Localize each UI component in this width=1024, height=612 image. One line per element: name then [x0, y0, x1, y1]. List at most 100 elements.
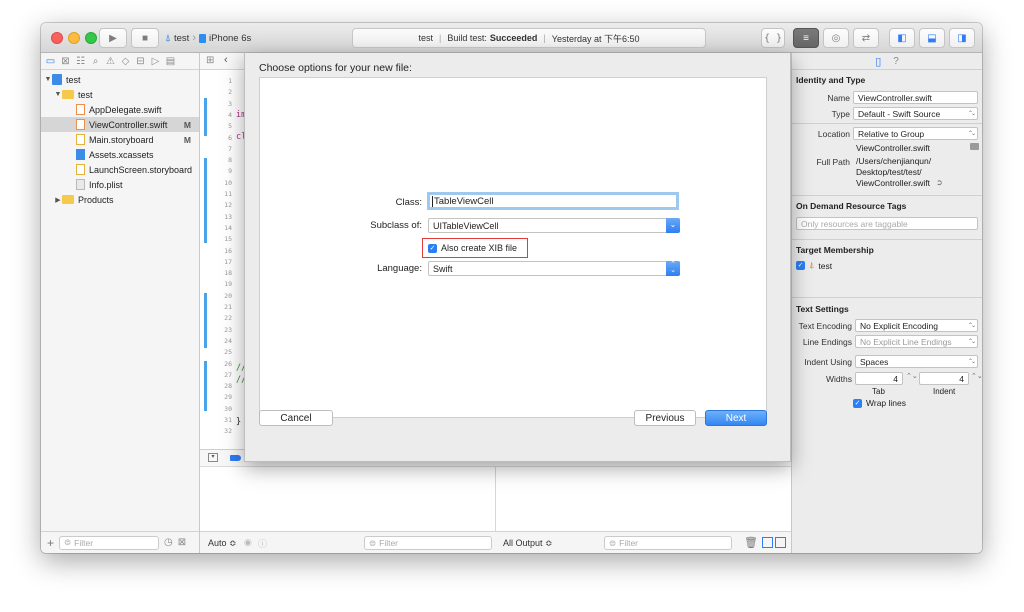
asset-catalog-icon — [76, 149, 85, 160]
tree-item-project[interactable]: ▼ test — [41, 72, 199, 87]
tree-item-file[interactable]: Assets.xcassets — [41, 147, 199, 162]
target-name: test — [818, 260, 833, 271]
add-icon[interactable]: + — [47, 536, 54, 550]
chevron-down-icon[interactable]: ⌄ — [666, 218, 680, 233]
subclass-combo-box[interactable]: UITableViewCell ⌄ — [428, 218, 680, 233]
indent-width-field[interactable]: 4 — [919, 372, 969, 385]
tree-item-label: ViewController.swift — [89, 119, 168, 130]
test-icon[interactable]: ◇ — [120, 56, 131, 67]
minimize-window-button[interactable] — [68, 32, 80, 44]
output-selector[interactable]: All Output ≎ — [503, 538, 553, 549]
eye-icon[interactable]: ◉ — [244, 537, 252, 548]
tree-item-group[interactable]: ▼ test — [41, 87, 199, 102]
related-items-icon[interactable]: ⊞ — [206, 55, 214, 66]
toggle-debug-area-button[interactable]: ⬓ — [919, 28, 945, 48]
next-button[interactable]: Next — [705, 410, 767, 426]
tree-item-file[interactable]: AppDelegate.swift — [41, 102, 199, 117]
hide-debug-area-icon[interactable]: ▾ — [208, 453, 218, 462]
tree-item-file[interactable]: Info.plist — [41, 177, 199, 192]
line-endings-popup[interactable]: No Explicit Line Endings — [855, 335, 978, 348]
checkmark-icon[interactable]: ✓ — [428, 243, 437, 253]
folder-icon[interactable]: ▭ — [45, 56, 56, 67]
standard-editor-button[interactable]: { } — [761, 28, 785, 48]
indent-width-stepper[interactable]: ⌃⌄ — [971, 372, 982, 380]
scheme-selector[interactable]: ⍋ test › iPhone 6s — [165, 28, 269, 48]
disclosure-closed-icon[interactable]: ▶ — [54, 196, 62, 204]
file-type-popup[interactable]: Default - Swift Source — [853, 107, 978, 120]
breakpoint-icon[interactable]: ▷ — [150, 56, 161, 67]
breakpoints-toggle-icon[interactable] — [230, 455, 241, 461]
editor-mode-standard-button[interactable]: ≡ — [793, 28, 819, 48]
up-down-chevron-icon[interactable]: ⌃ ⌄ — [666, 261, 680, 276]
modified-badge: M — [183, 119, 191, 130]
toggle-inspector-button[interactable]: ◨ — [949, 28, 975, 48]
location-popup[interactable]: Relative to Group — [853, 127, 978, 140]
checkmark-icon[interactable]: ✓ — [853, 398, 862, 408]
storyboard-file-icon — [76, 134, 85, 145]
line-number: 8 — [228, 156, 232, 165]
variables-view-toggle-icon[interactable] — [762, 537, 773, 548]
source-control-icon[interactable]: ⊠ — [60, 56, 71, 67]
debug-icon[interactable]: ⊟ — [135, 56, 146, 67]
hierarchy-icon[interactable]: ☷ — [75, 56, 86, 67]
text-encoding-popup[interactable]: No Explicit Encoding — [855, 319, 978, 332]
location-file-name: ViewController.swift — [856, 143, 931, 153]
report-icon[interactable]: ▤ — [165, 56, 176, 67]
assistant-editor-button[interactable]: ◎ — [823, 28, 849, 48]
tree-item-file-selected[interactable]: ViewController.swift M — [41, 117, 199, 132]
text-caret — [432, 195, 433, 207]
trash-icon[interactable]: 🗑 — [744, 536, 758, 549]
file-inspector-icon[interactable]: ▯ — [875, 55, 881, 68]
also-create-xib-checkbox[interactable]: ✓ Also create XIB file — [422, 238, 528, 258]
tree-item-group[interactable]: ▶ Products — [41, 192, 199, 207]
cancel-button[interactable]: Cancel — [259, 410, 333, 426]
checkmark-icon[interactable]: ✓ — [796, 261, 805, 270]
source-control-filter-icon[interactable]: ⊠ — [178, 537, 186, 548]
search-icon[interactable]: ⌕ — [90, 56, 101, 67]
class-name-input[interactable]: TableViewCell — [427, 192, 679, 210]
odr-tags-field[interactable]: Only resources are taggable — [796, 217, 978, 230]
activity-time: Yesterday at 下午6:50 — [551, 33, 640, 44]
language-value: Swift — [433, 263, 453, 274]
disclosure-open-icon[interactable]: ▼ — [44, 76, 52, 83]
version-editor-button[interactable]: ⇄ — [853, 28, 879, 48]
disclosure-open-icon[interactable]: ▼ — [54, 91, 62, 98]
warning-icon[interactable]: ⚠ — [105, 56, 116, 67]
tree-item-label: Products — [78, 194, 114, 205]
debug-filter-bar: Auto ≎ ◉ ⓘ ⊜ Filter All Output ≎ ⊜ Filte… — [200, 531, 791, 553]
activity-status: Succeeded — [489, 33, 538, 43]
toggle-navigator-button[interactable]: ◧ — [889, 28, 915, 48]
recent-files-icon[interactable]: ◷ — [164, 537, 173, 548]
stop-button[interactable]: ■ — [131, 28, 159, 48]
line-number: 14 — [224, 223, 232, 232]
previous-button[interactable]: Previous — [634, 410, 696, 426]
back-arrow-icon[interactable]: ‹ — [224, 54, 228, 66]
class-name-value: TableViewCell — [434, 195, 494, 207]
tab-width-stepper[interactable]: ⌃⌄ — [906, 372, 918, 380]
console-filter-input[interactable]: ⊜ Filter — [604, 536, 732, 550]
reveal-folder-icon[interactable] — [970, 143, 979, 150]
variables-filter-input[interactable]: ⊜ Filter — [364, 536, 492, 550]
tab-width-field[interactable]: 4 — [855, 372, 903, 385]
reveal-in-finder-icon[interactable]: ➲ — [936, 178, 943, 187]
wrap-lines-row[interactable]: ✓ Wrap lines — [853, 398, 906, 408]
zoom-window-button[interactable] — [85, 32, 97, 44]
run-button[interactable]: ▶ — [99, 28, 127, 48]
filter-placeholder: Filter — [74, 537, 94, 548]
quick-help-icon[interactable]: ? — [893, 56, 899, 67]
variables-scope-selector[interactable]: Auto ≎ — [208, 538, 237, 549]
close-window-button[interactable] — [51, 32, 63, 44]
indent-using-popup[interactable]: Spaces — [855, 355, 978, 368]
target-membership-row[interactable]: ✓ ⍋ test — [796, 260, 832, 271]
file-name-field[interactable]: ViewController.swift — [853, 91, 978, 104]
console-view-toggle-icon[interactable] — [775, 537, 786, 548]
line-number: 20 — [224, 291, 232, 300]
language-popup[interactable]: Swift ⌃ ⌄ — [428, 261, 680, 276]
info-icon[interactable]: ⓘ — [258, 537, 267, 550]
tree-item-file[interactable]: Main.storyboard M — [41, 132, 199, 147]
line-number: 16 — [224, 246, 232, 255]
navigator-filter-input[interactable]: ⊜ Filter — [59, 535, 160, 550]
tree-item-file[interactable]: LaunchScreen.storyboard — [41, 162, 199, 177]
project-navigator: ▭ ⊠ ☷ ⌕ ⚠ ◇ ⊟ ▷ ▤ ▼ test ▼ test AppDeleg… — [41, 53, 200, 553]
xib-label: Also create XIB file — [441, 243, 518, 253]
